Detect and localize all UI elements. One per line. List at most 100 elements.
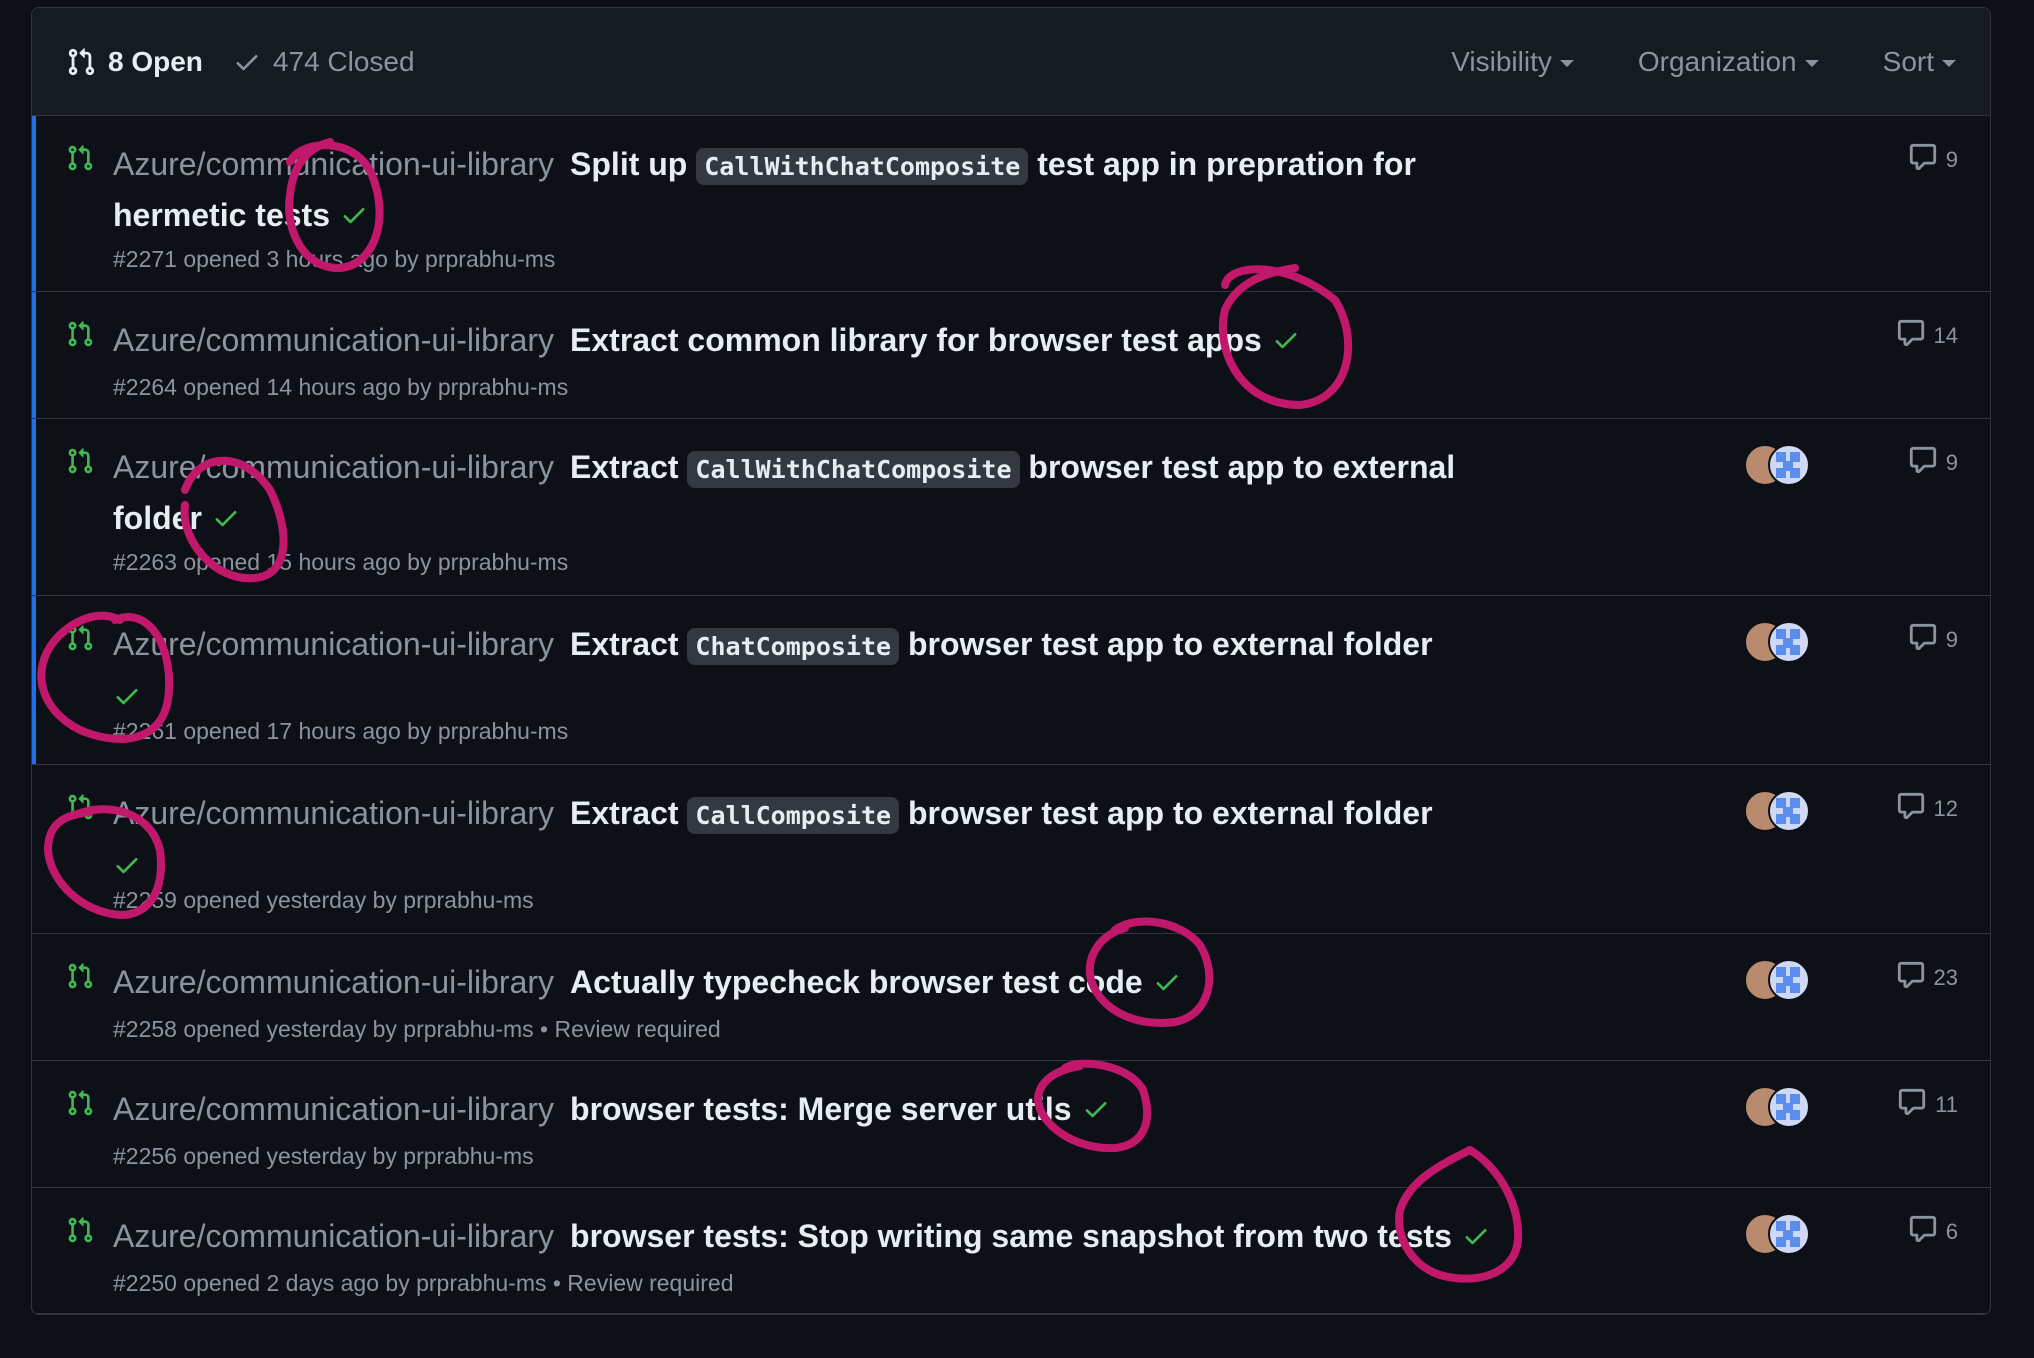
open-count: 8 Open [108,45,203,77]
pr-title-text: Extract common library for browser test … [570,322,1262,358]
pr-title-text: browser test app to external folder [899,626,1433,662]
comment-count-link[interactable]: 6 [1908,1214,1958,1250]
status-check-icon[interactable] [212,497,240,545]
avatar[interactable] [1768,444,1810,486]
pr-title-link[interactable]: browser tests: Stop writing same snapsho… [570,1218,1452,1254]
pr-title-line: Azure/communication-ui-library Split up C… [113,140,1513,242]
avatar[interactable] [1768,1213,1810,1255]
comment-count: 23 [1933,965,1958,990]
repo-link[interactable]: Azure/communication-ui-library [113,322,554,358]
caret-down-icon [1942,60,1956,67]
pr-title-line: Azure/communication-ui-library Actually t… [113,958,1513,1009]
closed-filter[interactable]: 474 Closed [233,46,415,78]
pr-row[interactable]: Azure/communication-ui-library Extract Ch… [32,596,1990,765]
pr-meta: #2264 opened 14 hours ago by prprabhu-ms [113,374,569,400]
pull-request-open-icon [66,1089,94,1122]
comment-count-link[interactable]: 23 [1896,960,1958,996]
status-check-icon[interactable] [340,194,368,242]
pr-meta: #2271 opened 3 hours ago by prprabhu-ms [113,246,556,272]
pr-title-code: CallComposite [687,797,900,834]
status-check-icon[interactable] [1462,1215,1490,1263]
pr-row[interactable]: Azure/communication-ui-library Extract Ca… [32,765,1990,934]
avatar[interactable] [1768,1086,1810,1128]
pr-title-text: browser tests: Merge server utils [570,1091,1072,1127]
repo-link[interactable]: Azure/communication-ui-library [113,449,554,485]
pr-row[interactable]: Azure/communication-ui-library Extract Ca… [32,419,1990,596]
pr-row[interactable]: Azure/communication-ui-library Actually t… [32,934,1990,1061]
comment-icon [1908,622,1938,658]
repo-link[interactable]: Azure/communication-ui-library [113,626,554,662]
assignee-avatars[interactable] [1744,959,1810,1001]
pr-meta: #2263 opened 15 hours ago by prprabhu-ms [113,549,569,575]
comment-count: 9 [1945,450,1958,475]
pr-title-code: ChatComposite [687,628,900,665]
comment-count-link[interactable]: 14 [1896,318,1958,354]
assignee-avatars[interactable] [1744,1213,1810,1255]
pull-request-open-icon [66,144,94,177]
state-toggle: 8 Open 474 Closed [66,46,415,78]
comment-count: 14 [1933,323,1958,348]
status-check-icon[interactable] [113,844,1513,892]
comment-count-link[interactable]: 9 [1908,622,1958,658]
comment-count-link[interactable]: 9 [1908,445,1958,481]
repo-link[interactable]: Azure/communication-ui-library [113,1218,554,1254]
pr-title-link[interactable]: Actually typecheck browser test code [570,964,1143,1000]
repo-link[interactable]: Azure/communication-ui-library [113,146,554,182]
pull-request-open-icon [66,624,94,657]
pr-row[interactable]: Azure/communication-ui-library browser te… [32,1188,1990,1314]
visibility-dropdown[interactable]: Visibility [1451,46,1574,78]
pr-title-line: Azure/communication-ui-library Extract Ca… [113,443,1513,545]
status-check-icon[interactable] [1272,319,1300,367]
assignee-avatars[interactable] [1744,1086,1810,1128]
status-check-icon[interactable] [113,675,1513,723]
status-check-icon[interactable] [1153,961,1181,1009]
avatar[interactable] [1768,621,1810,663]
avatar[interactable] [1768,959,1810,1001]
assignee-avatars[interactable] [1744,790,1810,832]
pull-request-open-icon [66,1216,94,1249]
pr-title-link[interactable]: Extract common library for browser test … [570,322,1262,358]
pr-title-text: Extract [570,449,688,485]
comment-icon [1908,1214,1938,1250]
assignee-avatars[interactable] [1744,621,1810,663]
pr-title-text: Extract [570,795,688,831]
pr-row[interactable]: Azure/communication-ui-library browser te… [32,1061,1990,1188]
repo-link[interactable]: Azure/communication-ui-library [113,795,554,831]
pr-title-text: browser test app to external folder [899,795,1433,831]
pr-title-link[interactable]: browser tests: Merge server utils [570,1091,1072,1127]
pull-request-list: 8 Open 474 Closed Visibility Organizatio… [31,7,1991,1315]
comment-count: 6 [1945,1219,1958,1244]
comment-count-link[interactable]: 11 [1897,1087,1958,1123]
pr-title-code: CallWithChatComposite [696,148,1029,185]
pr-title-line: Azure/communication-ui-library Extract Ca… [113,789,1513,892]
comment-count: 9 [1945,147,1958,172]
status-check-icon[interactable] [1082,1088,1110,1136]
pr-row[interactable]: Azure/communication-ui-library Extract co… [32,292,1990,419]
sort-dropdown[interactable]: Sort [1883,46,1956,78]
organization-dropdown[interactable]: Organization [1638,46,1819,78]
list-header: 8 Open 474 Closed Visibility Organizatio… [32,8,1990,116]
pr-row[interactable]: Azure/communication-ui-library Split up C… [32,116,1990,292]
avatar[interactable] [1768,790,1810,832]
repo-link[interactable]: Azure/communication-ui-library [113,1091,554,1127]
assignee-avatars[interactable] [1744,444,1810,486]
pr-title-text: Split up [570,146,697,182]
pr-title-link[interactable]: Extract CallComposite browser test app t… [570,795,1433,834]
pull-request-icon [68,47,95,75]
pr-title-text: Actually typecheck browser test code [570,964,1143,1000]
pr-title-line: Azure/communication-ui-library browser te… [113,1212,1513,1263]
comment-icon [1908,445,1938,481]
pull-request-open-icon [66,962,94,995]
pr-title-text: browser tests: Stop writing same snapsho… [570,1218,1452,1254]
open-filter[interactable]: 8 Open [66,46,203,78]
comment-icon [1896,791,1926,827]
pull-request-open-icon [66,793,94,826]
repo-link[interactable]: Azure/communication-ui-library [113,964,554,1000]
closed-count: 474 Closed [272,45,415,77]
pr-title-line: Azure/communication-ui-library Extract Ch… [113,620,1513,723]
pr-meta: #2261 opened 17 hours ago by prprabhu-ms [113,718,569,744]
pull-request-open-icon [66,320,94,353]
comment-count-link[interactable]: 9 [1908,142,1958,178]
pr-title-link[interactable]: Extract ChatComposite browser test app t… [570,626,1433,665]
comment-count-link[interactable]: 12 [1896,791,1958,827]
